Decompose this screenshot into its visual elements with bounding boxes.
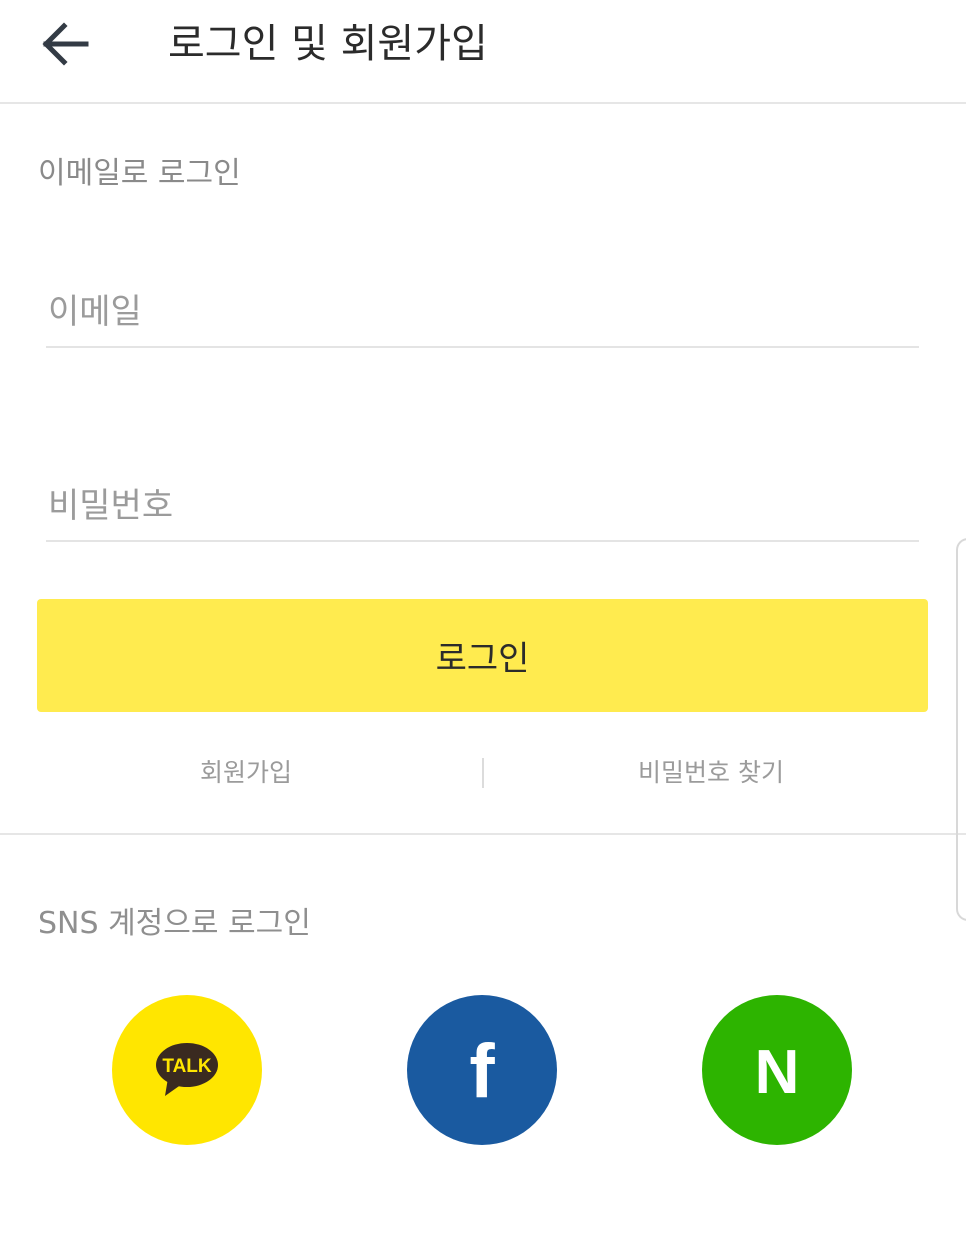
naver-login-button[interactable]: N	[702, 995, 852, 1145]
find-password-link[interactable]: 비밀번호 찾기	[638, 748, 784, 798]
kakao-login-button[interactable]: TALK	[112, 995, 262, 1145]
page-title: 로그인 및 회원가입	[168, 21, 488, 67]
link-divider	[482, 758, 484, 788]
svg-text:f: f	[469, 1035, 495, 1105]
section-divider	[0, 833, 966, 835]
naver-icon: N	[755, 1040, 800, 1100]
arrow-left-icon	[42, 22, 89, 66]
account-links: 회원가입 비밀번호 찾기	[0, 748, 966, 798]
email-field	[46, 278, 919, 348]
login-button[interactable]: 로그인	[37, 599, 928, 712]
sns-login-section-label: SNS 계정으로 로그인	[38, 906, 311, 941]
facebook-login-button[interactable]: f	[407, 995, 557, 1145]
email-input[interactable]	[46, 278, 919, 346]
password-input[interactable]	[46, 472, 919, 540]
svg-text:TALK: TALK	[162, 1056, 212, 1077]
edge-panel-handle[interactable]	[956, 538, 966, 921]
svg-text:N: N	[755, 1040, 800, 1100]
app-header: 로그인 및 회원가입	[0, 0, 966, 104]
facebook-icon: f	[469, 1035, 495, 1105]
password-field	[46, 472, 919, 542]
sns-login-buttons: TALK f N	[0, 995, 966, 1145]
signup-link[interactable]: 회원가입	[200, 748, 292, 798]
kakaotalk-icon: TALK	[156, 1043, 218, 1096]
email-login-section-label: 이메일로 로그인	[38, 156, 241, 191]
back-button[interactable]	[30, 14, 100, 74]
